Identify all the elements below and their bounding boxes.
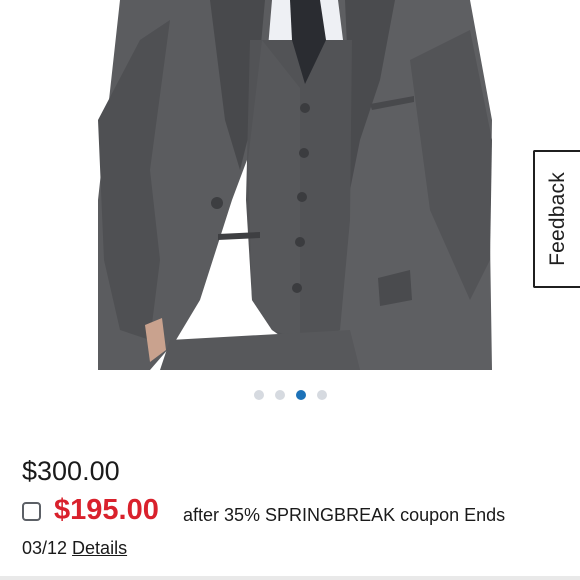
divider [0,576,580,580]
feedback-tab[interactable]: Feedback [533,150,580,288]
coupon-end-line: 03/12 Details [22,538,127,559]
carousel-dot-active[interactable] [295,390,306,400]
coupon-checkbox[interactable] [22,502,41,521]
carousel-dot[interactable] [316,390,327,400]
feedback-label: Feedback [545,172,569,266]
coupon-description: after 35% SPRINGBREAK coupon Ends [183,505,506,525]
details-link[interactable]: Details [72,538,127,558]
suit-photo [98,0,492,370]
carousel-dot[interactable] [274,390,285,400]
coupon-end-date: 03/12 [22,538,68,558]
original-price: $300.00 [22,456,120,486]
product-image[interactable] [0,0,580,370]
carousel-indicator [0,390,580,402]
sale-price: $195.00 [54,494,159,526]
coupon-row: $195.00 after 35% SPRINGBREAK coupon End… [22,492,580,532]
carousel-dot[interactable] [253,390,264,400]
